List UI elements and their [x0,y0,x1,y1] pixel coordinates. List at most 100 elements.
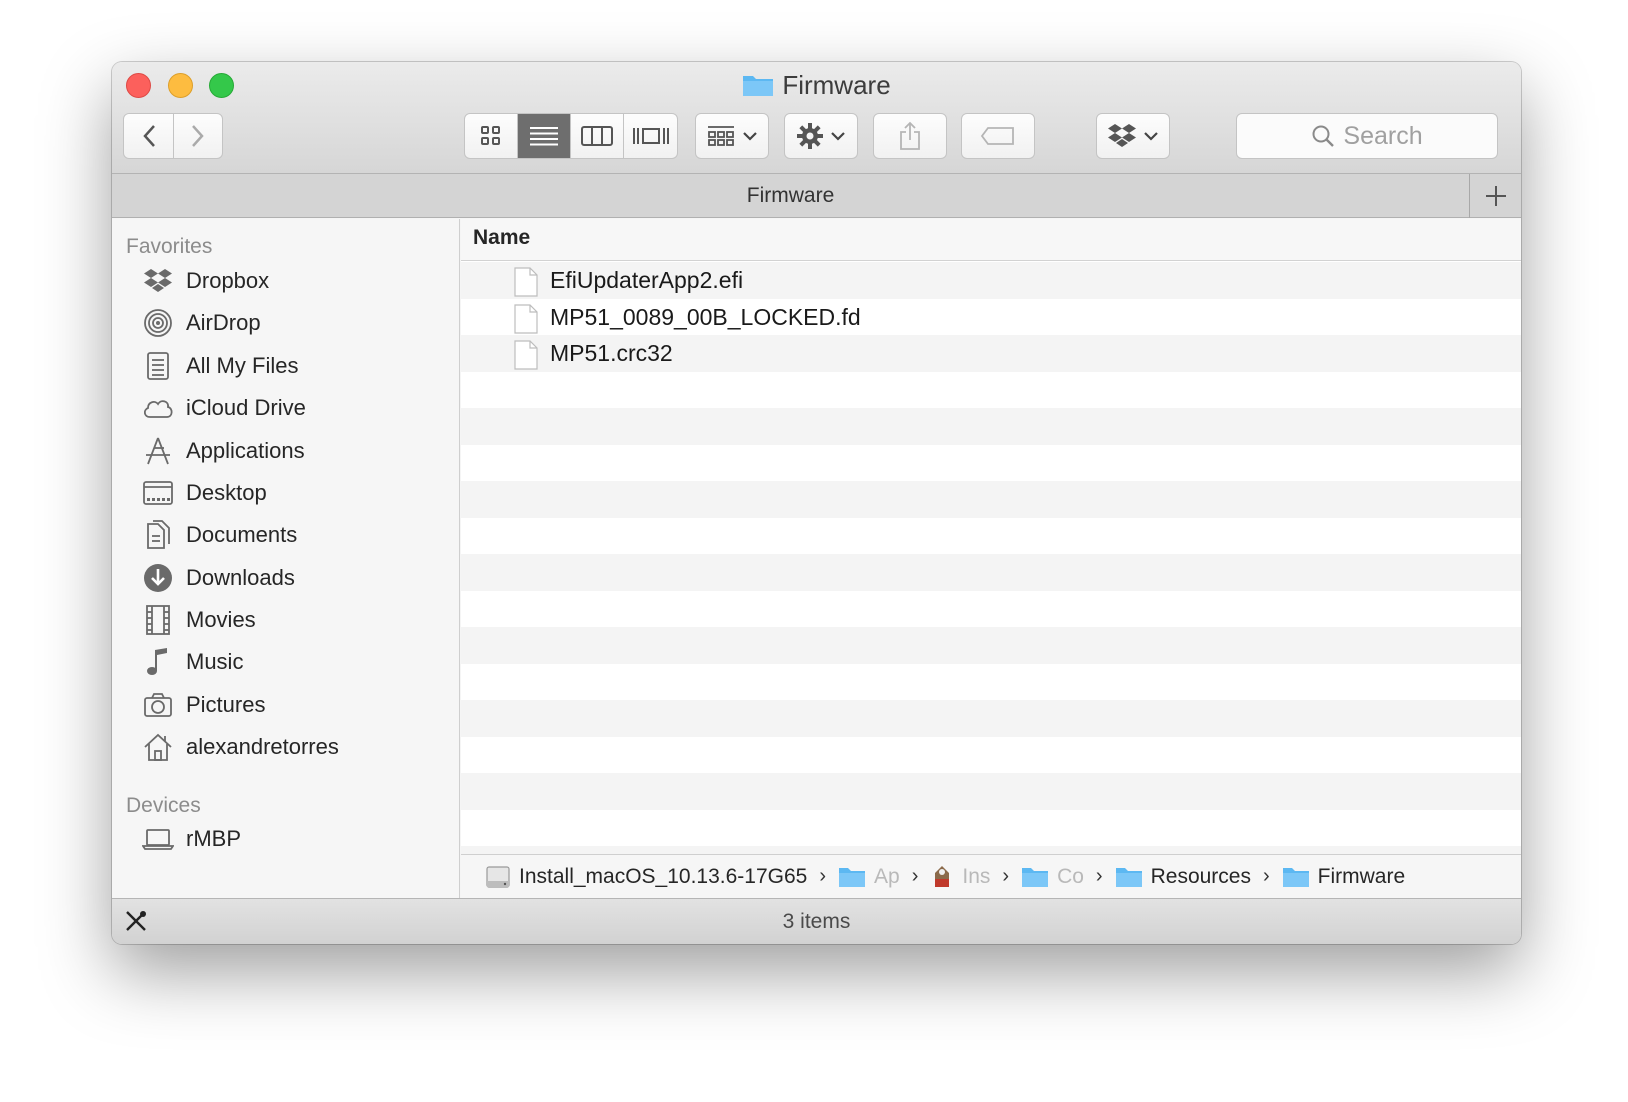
cover-flow-button[interactable] [624,114,677,158]
share-button[interactable] [873,113,947,159]
table-row[interactable]: EfiUpdaterApp2.efi [461,262,1521,299]
movies-icon [142,604,174,636]
document-icon [514,340,538,370]
empty-row [461,481,1521,518]
favorites-heading: Favorites [126,235,213,258]
sidebar-item-airdrop[interactable]: AirDrop [142,306,261,340]
empty-row [461,445,1521,482]
item-count: 3 items [782,910,851,933]
sidebar-item-rmbp[interactable]: rMBP [142,822,241,856]
chevron-down-icon [1144,132,1158,141]
status-bar: 3 items [112,898,1521,944]
path-crumb-resources[interactable]: Resources [1115,865,1251,889]
path-crumb-firmware[interactable]: Firmware [1282,865,1405,889]
dropbox-menu-button[interactable] [1096,113,1170,159]
folder-icon [1282,867,1309,887]
music-icon [142,646,174,678]
empty-row [461,810,1521,847]
folder-icon [1022,867,1049,887]
folder-icon [743,76,774,96]
chevron-right-icon: › [911,865,919,887]
sidebar-item-desktop[interactable]: Desktop [142,476,267,510]
search-placeholder: Search [1343,121,1423,150]
sidebar-item-music[interactable]: Music [142,645,243,679]
disk-icon [486,865,510,888]
dropbox-icon [142,265,174,297]
sidebar-item-icloud-drive[interactable]: iCloud Drive [142,391,306,425]
sidebar-item-label: rMBP [186,826,241,851]
sidebar-item-dropbox[interactable]: Dropbox [142,264,269,298]
all-my-files-icon [142,350,174,382]
columns-icon [581,126,613,146]
table-row[interactable]: MP51_0089_00B_LOCKED.fd [461,299,1521,336]
forward-button[interactable] [173,113,223,159]
tag-icon [980,127,1014,145]
column-view-button[interactable] [571,114,624,158]
path-crumb-contents[interactable]: Co [1021,865,1084,889]
airdrop-icon [142,307,174,339]
downloads-icon [142,562,174,594]
sidebar-item-label: Music [186,649,244,674]
sidebar-item-label: Dropbox [186,268,270,293]
file-name: MP51_0089_00B_LOCKED.fd [550,303,861,330]
sidebar-item-applications[interactable]: Applications [142,434,305,468]
tab-firmware[interactable]: Firmware [112,184,1469,208]
chevron-right-icon: › [819,865,827,887]
search-field[interactable]: Search [1236,113,1498,159]
empty-row [461,591,1521,628]
sidebar: Favorites Dropbox AirDrop All My Files i… [112,219,460,898]
empty-row [461,627,1521,664]
pictures-icon [142,689,174,721]
sidebar-item-downloads[interactable]: Downloads [142,561,295,595]
sidebar-item-label: Desktop [186,480,267,505]
sidebar-item-label: Downloads [186,565,295,590]
back-button[interactable] [123,113,174,159]
sidebar-item-all-my-files[interactable]: All My Files [142,349,298,383]
file-name: EfiUpdaterApp2.efi [550,267,744,293]
document-icon [514,303,538,334]
empty-row [461,664,1521,701]
tags-button[interactable] [961,113,1035,159]
path-crumb-disk[interactable]: Install_macOS_10.13.6-17G65 [485,864,807,890]
empty-row [461,518,1521,555]
arrange-icon [708,126,734,146]
list-icon [530,127,558,146]
window-title: Firmware [112,70,1521,101]
search-icon [1312,125,1335,147]
folder-icon [1115,867,1142,887]
sidebar-item-documents[interactable]: Documents [142,518,297,552]
file-rows: EfiUpdaterApp2.efi MP51_0089_00B_LOCKED.… [461,262,1521,854]
sidebar-item-pictures[interactable]: Pictures [142,688,265,722]
file-name: MP51.crc32 [550,340,673,366]
column-header-name[interactable]: Name [461,219,1521,261]
sidebar-item-label: iCloud Drive [186,395,306,420]
new-tab-button[interactable] [1469,174,1521,218]
icon-view-button[interactable] [465,114,518,158]
list-view-button[interactable] [518,114,571,158]
dropbox-icon [1108,124,1136,147]
sidebar-item-label: Movies [186,607,256,632]
home-icon [142,731,174,763]
path-crumb-installer[interactable]: Ins [930,864,990,890]
finder-window: Firmware Search Firmware Favorites Dropb… [112,62,1521,944]
plus-icon [1485,186,1506,206]
share-icon [900,121,920,150]
chevron-right-icon [192,125,204,147]
path-crumb-applications[interactable]: Ap [838,865,900,889]
chevron-left-icon [142,125,155,147]
action-button[interactable] [784,113,858,159]
sidebar-item-home[interactable]: alexandretorres [142,730,339,764]
empty-row [461,372,1521,409]
sidebar-item-label: Applications [186,438,305,463]
arrange-button[interactable] [695,113,769,159]
laptop-icon [142,823,174,855]
sidebar-item-label: Documents [186,522,298,547]
grid-icon [481,126,500,145]
table-row[interactable]: MP51.crc32 [461,335,1521,372]
empty-row [461,846,1521,854]
devices-heading: Devices [126,794,201,817]
sidebar-item-movies[interactable]: Movies [142,603,256,637]
view-mode-control[interactable] [464,113,678,159]
chevron-right-icon: › [1262,865,1270,887]
path-bar: Install_macOS_10.13.6-17G65 › Ap › Ins ›… [461,854,1521,898]
